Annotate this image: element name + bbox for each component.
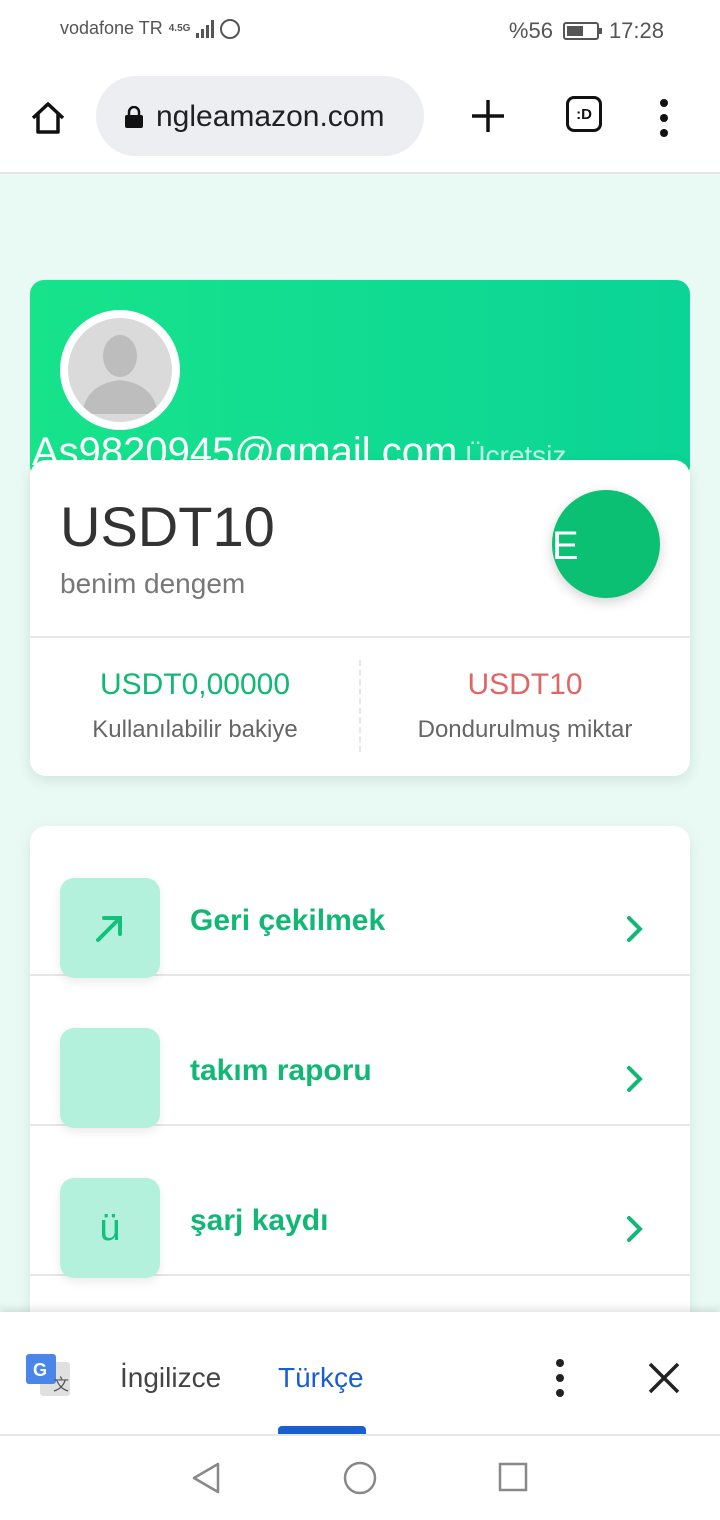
chevron-right-icon [627, 1066, 643, 1092]
profile-header: As9820945@gmail.com Ücretsiz [30, 280, 690, 480]
balance-amount: USDT10 [60, 495, 275, 558]
browser-toolbar: ngleamazon.com :D [0, 62, 720, 174]
charge-glyph: ü [99, 1206, 121, 1249]
web-page: As9820945@gmail.com Ücretsiz USDT10 benim… [0, 174, 720, 1320]
balance-action-letter: E [552, 524, 579, 568]
target-language-tab[interactable]: Türkçe [278, 1362, 364, 1394]
status-right: %56 17:28 [509, 18, 664, 44]
available-balance-label: Kullanılabilir bakiye [92, 716, 298, 743]
charge-icon: ü [60, 1178, 160, 1278]
status-left: vodafone TR 4.5G [60, 18, 241, 39]
menu-item-charge-record[interactable]: ü şarj kaydı [30, 1126, 690, 1278]
menu-item-label: Geri çekilmek [190, 904, 386, 937]
address-bar[interactable]: ngleamazon.com [96, 76, 424, 156]
carrier-name: vodafone TR [60, 18, 163, 38]
lock-icon [125, 106, 143, 128]
recent-apps-icon[interactable] [498, 1462, 528, 1492]
menu-item-withdraw[interactable]: Geri çekilmek [30, 826, 690, 978]
arrow-up-right-icon [60, 878, 160, 978]
menu-item-team-report[interactable]: takım raporu [30, 976, 690, 1128]
whatsapp-icon [220, 18, 241, 39]
menu-item-label: şarj kaydı [190, 1204, 329, 1237]
frozen-amount-label: Dondurulmuş miktar [417, 716, 633, 743]
clock: 17:28 [608, 18, 664, 43]
translate-options-icon[interactable] [550, 1358, 570, 1398]
svg-text:G: G [33, 1360, 47, 1380]
battery-percent: %56 [508, 18, 553, 43]
frozen-amount-value: USDT10 [467, 668, 583, 701]
balance-card: USDT10 benim dengem E USDT0,00000 Kullan… [30, 460, 690, 776]
chevron-right-icon [627, 916, 643, 942]
close-icon[interactable] [646, 1360, 682, 1396]
user-silhouette-icon [82, 335, 158, 414]
battery-icon [562, 22, 602, 40]
system-nav-bar [0, 1434, 720, 1520]
home-icon[interactable] [28, 98, 68, 138]
tab-switcher-button[interactable]: :D [566, 96, 602, 132]
avatar-placeholder [68, 318, 172, 422]
source-language-tab[interactable]: İngilizce [120, 1362, 221, 1394]
balance-action-button[interactable]: E [552, 490, 660, 598]
chevron-right-icon [627, 1216, 643, 1242]
signal-icon [196, 19, 215, 38]
frozen-amount: USDT10 Dondurulmuş miktar [360, 636, 690, 776]
status-bar: vodafone TR 4.5G %56 17:28 [0, 0, 720, 62]
new-tab-icon[interactable] [468, 96, 508, 136]
available-balance: USDT0,00000 Kullanılabilir bakiye [30, 636, 360, 776]
menu-item-label: takım raporu [190, 1054, 372, 1087]
menu-list: Geri çekilmek takım raporu ü şarj kaydı [30, 826, 690, 1320]
arrow-up-right-glyph [96, 916, 122, 942]
svg-text:文: 文 [53, 1375, 69, 1394]
selected-tab-indicator [278, 1426, 366, 1434]
available-balance-value: USDT0,00000 [99, 668, 291, 701]
home-nav-icon[interactable] [342, 1460, 378, 1496]
blank-icon [60, 1028, 160, 1128]
battery-fill [566, 26, 583, 36]
google-translate-icon: G 文 [26, 1354, 70, 1396]
translate-bar: G 文 İngilizce Türkçe [0, 1312, 720, 1434]
url-text[interactable]: ngleamazon.com [156, 100, 384, 134]
more-menu-icon[interactable] [654, 98, 674, 138]
back-icon[interactable] [188, 1460, 224, 1496]
balance-label: benim dengem [60, 568, 246, 599]
avatar[interactable] [60, 310, 180, 430]
network-type: 4.5G [168, 23, 191, 34]
